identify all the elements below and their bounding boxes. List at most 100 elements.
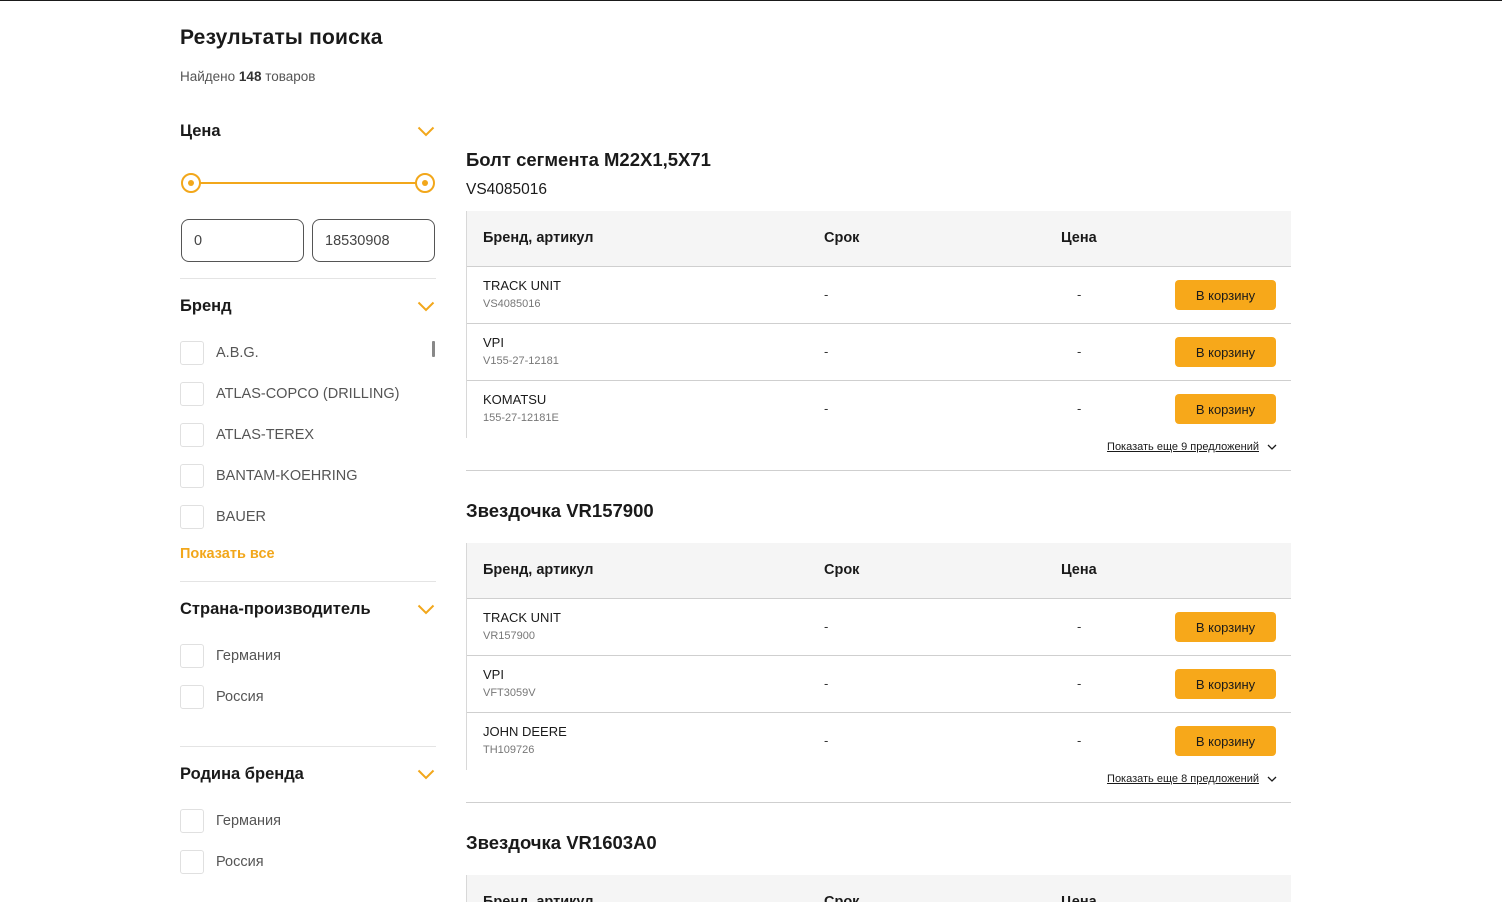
brand-filter-title: Бренд <box>180 296 232 315</box>
column-header-price: Цена <box>1061 894 1097 902</box>
show-more-offers-label: Показать еще 8 предложений <box>1107 773 1259 785</box>
show-all-brands-link[interactable]: Показать все <box>180 546 275 562</box>
column-header-brand: Бренд, артикул <box>483 894 594 902</box>
offer-term: - <box>824 676 829 691</box>
offer-brand: VPI <box>483 335 504 350</box>
checkbox[interactable] <box>180 382 204 406</box>
offer-price: - <box>1077 344 1082 359</box>
brand-home-option-label: Россия <box>216 854 264 870</box>
chevron-down-icon[interactable] <box>416 599 436 619</box>
offer-brand: JOHN DEERE <box>483 724 567 739</box>
checkbox[interactable] <box>180 850 204 874</box>
chevron-down-icon <box>1267 444 1277 450</box>
checkbox[interactable] <box>180 423 204 447</box>
offer-sku: VS4085016 <box>483 298 541 310</box>
brand-option-label: A.B.G. <box>216 345 259 361</box>
offer-sku: TH109726 <box>483 744 535 756</box>
found-count: 148 <box>238 69 262 84</box>
show-more-offers-link[interactable]: Показать еще 9 предложений <box>1107 441 1277 453</box>
product-title[interactable]: Болт сегмента M22X1,5X71 <box>466 149 1291 171</box>
add-to-cart-button[interactable]: В корзину <box>1175 726 1276 756</box>
add-to-cart-button[interactable]: В корзину <box>1175 280 1276 310</box>
price-slider-min-handle[interactable] <box>181 173 201 193</box>
offers-table: Бренд, артикул Срок Цена TRACK UNIT VR15… <box>466 543 1291 770</box>
brand-option[interactable]: ATLAS-COPCO (DRILLING) <box>180 382 399 406</box>
column-header-price: Цена <box>1061 230 1097 246</box>
column-header-term: Срок <box>824 562 860 578</box>
brand-option-label: BAUER <box>216 509 266 525</box>
product-title[interactable]: Звездочка VR1603A0 <box>466 832 1291 854</box>
price-max-input[interactable] <box>312 219 435 262</box>
brand-list-scrollbar[interactable] <box>432 341 435 357</box>
chevron-down-icon[interactable] <box>416 296 436 316</box>
chevron-down-icon[interactable] <box>416 121 436 141</box>
offer-sku: V155-27-12181 <box>483 355 559 367</box>
found-prefix: Найдено <box>180 69 236 84</box>
filter-divider <box>180 746 436 747</box>
product-title[interactable]: Звездочка VR157900 <box>466 500 1291 522</box>
found-suffix: товаров <box>265 69 316 84</box>
add-to-cart-button[interactable]: В корзину <box>1175 612 1276 642</box>
column-header-price: Цена <box>1061 562 1097 578</box>
country-option-label: Германия <box>216 648 282 664</box>
brand-option-label: ATLAS-COPCO (DRILLING) <box>216 386 400 402</box>
offer-price: - <box>1077 287 1082 302</box>
country-filter-header[interactable]: Страна-производитель <box>180 597 436 621</box>
show-more-offers-label: Показать еще 9 предложений <box>1107 441 1259 453</box>
table-row: VPI VFT3059V - - В корзину <box>467 656 1291 713</box>
filter-divider <box>180 278 436 279</box>
table-row: TRACK UNIT VR157900 - - В корзину <box>467 599 1291 656</box>
offer-sku: VR157900 <box>483 630 535 642</box>
add-to-cart-button[interactable]: В корзину <box>1175 394 1276 424</box>
add-to-cart-button[interactable]: В корзину <box>1175 337 1276 367</box>
offer-term: - <box>824 733 829 748</box>
country-option[interactable]: Россия <box>180 685 264 709</box>
country-option[interactable]: Германия <box>180 644 281 668</box>
price-filter-header[interactable]: Цена <box>180 119 436 143</box>
table-row: TRACK UNIT VS4085016 - - В корзину <box>467 267 1291 324</box>
product-separator <box>466 802 1291 803</box>
checkbox[interactable] <box>180 505 204 529</box>
price-slider-track <box>190 182 426 184</box>
offers-table: Бренд, артикул Срок Цена TRACK UNIT VS40… <box>466 211 1291 438</box>
offer-term: - <box>824 344 829 359</box>
checkbox[interactable] <box>180 341 204 365</box>
offer-price: - <box>1077 676 1082 691</box>
offer-brand: TRACK UNIT <box>483 278 561 293</box>
table-row: JOHN DEERE TH109726 - - В корзину <box>467 713 1291 770</box>
offer-term: - <box>824 287 829 302</box>
offer-price: - <box>1077 733 1082 748</box>
country-filter-title: Страна-производитель <box>180 599 371 618</box>
column-header-term: Срок <box>824 230 860 246</box>
offer-brand: TRACK UNIT <box>483 610 561 625</box>
product-code: VS4085016 <box>466 181 548 198</box>
product-separator <box>466 470 1291 471</box>
top-border <box>0 0 1502 1</box>
brand-option[interactable]: BANTAM-KOEHRING <box>180 464 358 488</box>
brand-home-option[interactable]: Россия <box>180 850 264 874</box>
price-range-slider[interactable] <box>180 172 436 194</box>
brand-home-filter-title: Родина бренда <box>180 764 304 783</box>
show-more-offers-link[interactable]: Показать еще 8 предложений <box>1107 773 1277 785</box>
brand-option[interactable]: A.B.G. <box>180 341 259 365</box>
price-min-input[interactable] <box>181 219 304 262</box>
checkbox[interactable] <box>180 644 204 668</box>
brand-option-label: BANTAM-KOEHRING <box>216 468 358 484</box>
page-title: Результаты поиска <box>180 26 383 49</box>
product-card: Звездочка VR1603A0 <box>466 832 1291 854</box>
brand-option[interactable]: BAUER <box>180 505 266 529</box>
product-card: Болт сегмента M22X1,5X71 VS4085016 <box>466 149 1291 199</box>
checkbox[interactable] <box>180 464 204 488</box>
brand-home-option[interactable]: Германия <box>180 809 281 833</box>
checkbox[interactable] <box>180 685 204 709</box>
add-to-cart-button[interactable]: В корзину <box>1175 669 1276 699</box>
brand-home-option-label: Германия <box>216 813 282 829</box>
brand-option[interactable]: ATLAS-TEREX <box>180 423 314 447</box>
brand-filter-header[interactable]: Бренд <box>180 294 436 318</box>
chevron-down-icon[interactable] <box>416 764 436 784</box>
offer-price: - <box>1077 619 1082 634</box>
checkbox[interactable] <box>180 809 204 833</box>
brand-home-filter-header[interactable]: Родина бренда <box>180 762 436 786</box>
price-slider-max-handle[interactable] <box>415 173 435 193</box>
product-card: Звездочка VR157900 <box>466 500 1291 522</box>
